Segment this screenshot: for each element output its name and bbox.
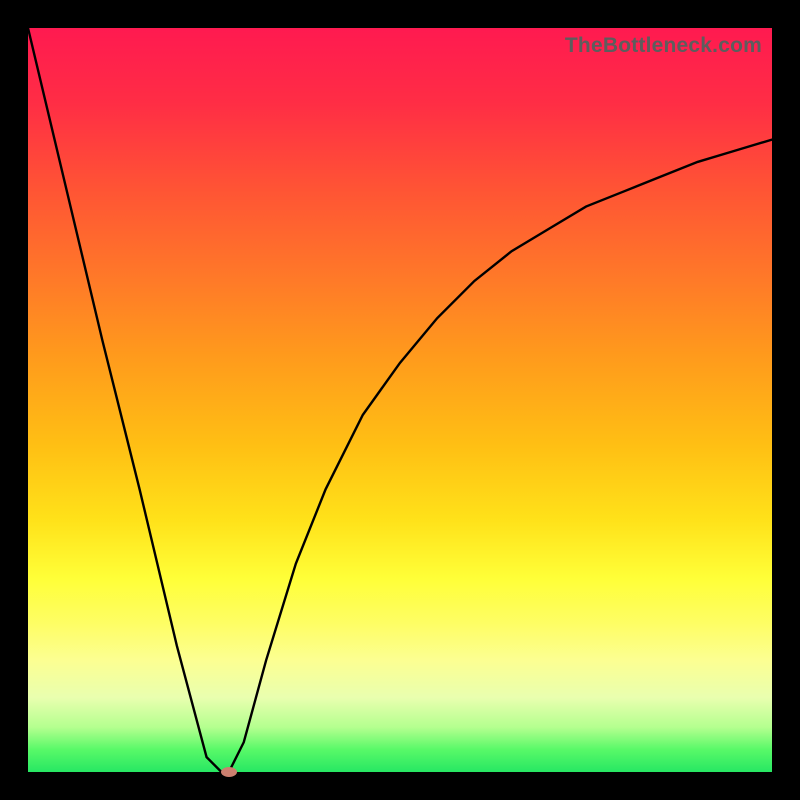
chart-frame: TheBottleneck.com	[0, 0, 800, 800]
curve-overlay	[28, 28, 772, 772]
watermark-label: TheBottleneck.com	[565, 34, 762, 58]
left-branch-path	[28, 28, 229, 772]
right-branch-path	[229, 140, 772, 772]
minimum-marker	[221, 767, 237, 777]
plot-area: TheBottleneck.com	[28, 28, 772, 772]
